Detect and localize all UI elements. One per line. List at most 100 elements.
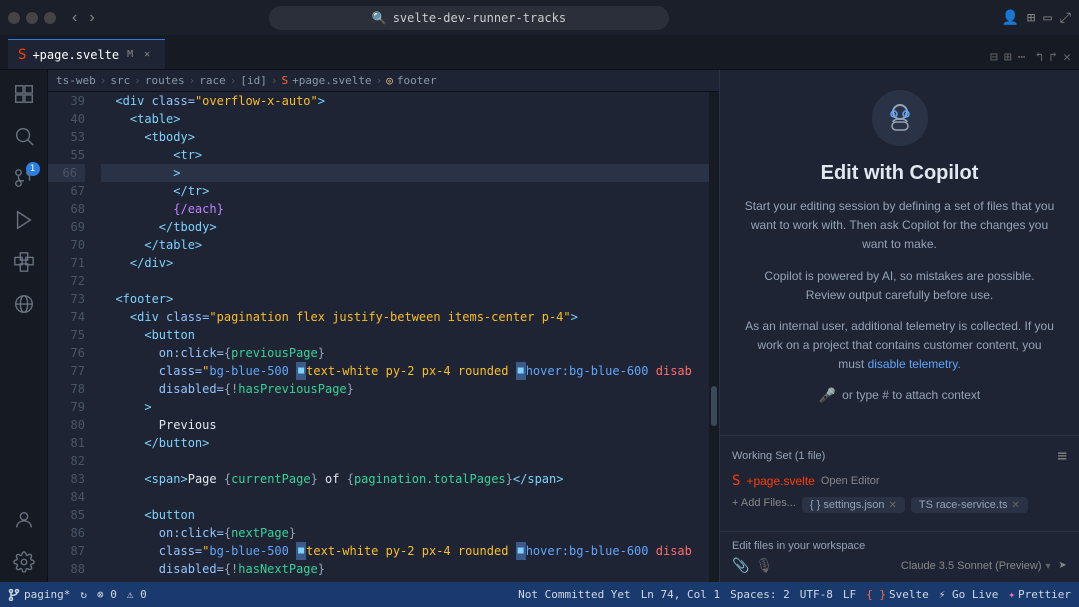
activity-explorer[interactable]: [4, 74, 44, 114]
tab-modified-indicator: M: [127, 49, 133, 60]
mic-icon: 🎤: [819, 387, 836, 404]
ws-tag-race: TS race-service.ts ✕: [911, 497, 1028, 513]
code-line-70: </table>: [101, 236, 709, 254]
copilot-input-area: Edit files in your workspace 📎 🎙 Claude …: [720, 531, 1079, 582]
activity-run[interactable]: [4, 200, 44, 240]
code-content[interactable]: <div class="overflow-x-auto"> <table> <t…: [93, 92, 709, 582]
close-panel-icon[interactable]: ✕: [1063, 50, 1071, 65]
ws-tag-settings: { } settings.json ✕: [802, 497, 905, 513]
copilot-desc3: As an internal user, additional telemetr…: [744, 317, 1055, 375]
open-changes-icon[interactable]: ↰: [1036, 50, 1044, 65]
tab-close-button[interactable]: ✕: [139, 47, 155, 63]
source-control-badge: 1: [26, 162, 40, 176]
back-button[interactable]: ‹: [68, 9, 81, 27]
breadcrumb-race[interactable]: race: [199, 74, 226, 87]
working-set-menu-icon[interactable]: ≡: [1057, 446, 1067, 465]
model-label: Claude 3.5 Sonnet (Preview): [901, 560, 1042, 572]
status-warnings[interactable]: ⚠ 0: [127, 588, 147, 601]
status-sync[interactable]: ↻: [80, 588, 87, 601]
code-line-76: on:click={previousPage}: [101, 344, 709, 362]
layout-toggle-icon[interactable]: ⊞: [1004, 50, 1012, 65]
scrollbar-track[interactable]: [709, 92, 719, 582]
code-editor[interactable]: 39 40 53 55 66 67 68 69 70 71 72 73 74 7…: [48, 92, 719, 582]
nav-arrows: ‹ ›: [68, 9, 99, 27]
code-line-89: >: [101, 578, 709, 582]
ws-tag-race-close[interactable]: ✕: [1012, 500, 1020, 511]
status-right: Not Committed Yet Ln 74, Col 1 Spaces: 2…: [518, 588, 1071, 601]
traffic-dot-2: [26, 12, 38, 24]
working-set-section: Working Set (1 file) ≡ S +page.svelte Op…: [720, 435, 1079, 531]
code-line-81: </button>: [101, 434, 709, 452]
more-tabs-icon[interactable]: ⋯: [1018, 50, 1026, 65]
profile-icon[interactable]: 👤: [1001, 10, 1018, 26]
activity-search[interactable]: [4, 116, 44, 156]
split-editor-icon[interactable]: ⊟: [990, 50, 998, 65]
layout-icon[interactable]: ⊞: [1027, 10, 1035, 26]
copilot-logo: [872, 90, 928, 146]
scrollbar-thumb[interactable]: [711, 386, 717, 426]
code-line-79: >: [101, 398, 709, 416]
status-errors[interactable]: ⊗ 0: [97, 588, 117, 601]
line-numbers: 39 40 53 55 66 67 68 69 70 71 72 73 74 7…: [48, 92, 93, 582]
code-line-71: </div>: [101, 254, 709, 272]
status-left: paging* ↻ ⊗ 0 ⚠ 0: [8, 588, 147, 601]
code-line-75: <button: [101, 326, 709, 344]
activity-bar: 1: [0, 70, 48, 582]
activity-account[interactable]: [4, 500, 44, 540]
status-position[interactable]: Ln 74, Col 1: [641, 588, 720, 601]
editor-column: ts-web › src › routes › race › [id] › S …: [48, 70, 719, 582]
status-encoding[interactable]: UTF-8: [800, 588, 833, 601]
code-line-73: <footer>: [101, 290, 709, 308]
forward-button[interactable]: ›: [85, 9, 98, 27]
prettier-label: Prettier: [1018, 588, 1071, 601]
status-eol[interactable]: LF: [843, 588, 856, 601]
breadcrumb-footer[interactable]: footer: [397, 74, 437, 87]
ws-open-editor-link[interactable]: Open Editor: [821, 475, 880, 487]
code-line-74: <div class="pagination flex justify-betw…: [101, 308, 709, 326]
model-selector[interactable]: Claude 3.5 Sonnet (Preview) ▾: [901, 560, 1051, 572]
editor-content: 39 40 53 55 66 67 68 69 70 71 72 73 74 7…: [48, 92, 719, 582]
mic-input-icon[interactable]: 🎙: [755, 558, 773, 574]
activity-extensions[interactable]: [4, 242, 44, 282]
tab-page-svelte[interactable]: S +page.svelte M ✕: [8, 39, 165, 69]
activity-source-control[interactable]: 1: [4, 158, 44, 198]
status-golive[interactable]: ⚡ Go Live: [939, 588, 999, 601]
code-line-82: [101, 452, 709, 470]
send-button[interactable]: ➤: [1059, 558, 1067, 574]
ws-svelte-icon: S: [732, 473, 740, 489]
fullscreen-icon[interactable]: ⤢: [1060, 10, 1071, 26]
window-icon[interactable]: ▭: [1043, 10, 1051, 26]
status-spaces[interactable]: Spaces: 2: [730, 588, 790, 601]
code-line-84: [101, 488, 709, 506]
status-prettier[interactable]: ✦ Prettier: [1008, 588, 1071, 601]
ws-tag-settings-close[interactable]: ✕: [889, 500, 897, 511]
breadcrumb-id[interactable]: [id]: [240, 74, 267, 87]
status-branch[interactable]: paging*: [8, 588, 70, 601]
address-text: svelte-dev-runner-tracks: [393, 11, 566, 25]
activity-remote[interactable]: [4, 284, 44, 324]
attach-icon[interactable]: 📎: [732, 558, 749, 574]
input-icons: 📎 🎙: [732, 558, 773, 574]
tab-bar: S +page.svelte M ✕ ⊟ ⊞ ⋯ ↰ ↱ ✕: [0, 35, 1079, 70]
code-line-77: class="bg-blue-500 ■text-white py-2 px-4…: [101, 362, 709, 380]
working-set-header: Working Set (1 file) ≡: [732, 446, 1067, 465]
address-bar[interactable]: 🔍 svelte-dev-runner-tracks: [269, 6, 669, 30]
breadcrumb-src[interactable]: src: [110, 74, 130, 87]
working-set-file: S +page.svelte Open Editor: [732, 473, 1067, 489]
working-set-title: Working Set (1 file): [732, 450, 825, 462]
copilot-input-hint: Edit files in your workspace: [732, 540, 1067, 552]
copilot-desc2: Copilot is powered by AI, so mistakes ar…: [744, 267, 1055, 305]
activity-settings[interactable]: [4, 542, 44, 582]
svelte-lang-icon: { }: [866, 588, 886, 601]
ws-tags-row: + Add Files... { } settings.json ✕ TS ra…: [732, 497, 1067, 513]
navigate-back-icon[interactable]: ↱: [1049, 50, 1057, 65]
breadcrumb-ts-web[interactable]: ts-web: [56, 74, 96, 87]
disable-telemetry-link[interactable]: disable telemetry.: [868, 357, 961, 371]
ws-add-files-btn[interactable]: + Add Files...: [732, 497, 796, 513]
code-line-69: </tbody>: [101, 218, 709, 236]
traffic-dot-1: [8, 12, 20, 24]
breadcrumb-page[interactable]: +page.svelte: [292, 74, 371, 87]
status-commit[interactable]: Not Committed Yet: [518, 588, 631, 601]
status-language[interactable]: { } Svelte: [866, 588, 929, 601]
breadcrumb-routes[interactable]: routes: [145, 74, 185, 87]
